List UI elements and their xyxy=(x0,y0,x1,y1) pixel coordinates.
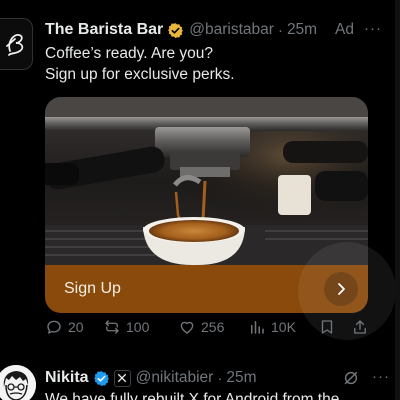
heart-icon xyxy=(180,321,194,334)
author-handle[interactable]: @baristabar xyxy=(189,21,274,39)
separator-dot: · xyxy=(217,369,223,387)
verified-gold-badge-icon xyxy=(167,22,184,39)
post-text-line: Sign up for exclusive perks. xyxy=(45,66,235,83)
cta-label: Sign Up xyxy=(64,280,121,297)
cartoon-face-icon xyxy=(0,365,36,400)
bookmark-button[interactable] xyxy=(318,318,336,336)
post-time[interactable]: 25m xyxy=(287,21,317,39)
nikita-avatar[interactable] xyxy=(0,365,36,400)
more-options-icon[interactable]: ··· xyxy=(364,20,382,37)
barista-logo-icon xyxy=(6,34,24,56)
post-text-line: Coffee’s ready. Are you? xyxy=(45,45,214,62)
reply-icon xyxy=(47,320,61,334)
post-time[interactable]: 25m xyxy=(226,369,256,387)
share-icon xyxy=(354,320,366,334)
like-count: 256 xyxy=(201,319,225,335)
post-actions: 20 100 256 10K xyxy=(45,318,400,340)
reply-count: 20 xyxy=(68,319,84,335)
next-post[interactable]: Nikita @nikitabier · 25m ··· We have ful… xyxy=(0,360,400,400)
views-button[interactable]: 10K xyxy=(248,318,296,336)
author-name[interactable]: Nikita xyxy=(45,369,89,387)
x-affiliate-badge-icon xyxy=(113,369,131,387)
more-options-icon[interactable]: ··· xyxy=(372,368,390,385)
post-text: Coffee’s ready. Are you? Sign up for exc… xyxy=(45,43,235,85)
like-button[interactable]: 256 xyxy=(178,318,224,336)
repost-icon xyxy=(105,320,119,334)
next-post-header: Nikita @nikitabier · 25m ··· xyxy=(45,367,400,389)
views-bar-chart-icon xyxy=(251,321,264,334)
grok-icon[interactable] xyxy=(342,369,360,392)
separator-dot: · xyxy=(277,21,283,39)
repost-button[interactable]: 100 xyxy=(103,318,149,336)
verified-blue-badge-icon xyxy=(93,370,110,387)
bookmark-icon xyxy=(321,320,333,334)
author-name[interactable]: The Barista Bar xyxy=(45,21,163,39)
espresso-machine-image[interactable] xyxy=(45,97,368,265)
ad-label: Ad xyxy=(335,21,354,38)
ad-post-header: The Barista Bar @baristabar · 25m Ad ··· xyxy=(45,19,392,41)
share-button[interactable] xyxy=(351,318,369,336)
repost-count: 100 xyxy=(126,319,150,335)
author-handle[interactable]: @nikitabier xyxy=(136,369,214,387)
barista-bar-avatar[interactable] xyxy=(0,18,33,70)
view-count: 10K xyxy=(271,319,296,335)
post-text: We have fully rebuilt X for Android from… xyxy=(45,391,340,400)
reply-button[interactable]: 20 xyxy=(45,318,84,336)
scrollbar[interactable] xyxy=(395,0,400,400)
